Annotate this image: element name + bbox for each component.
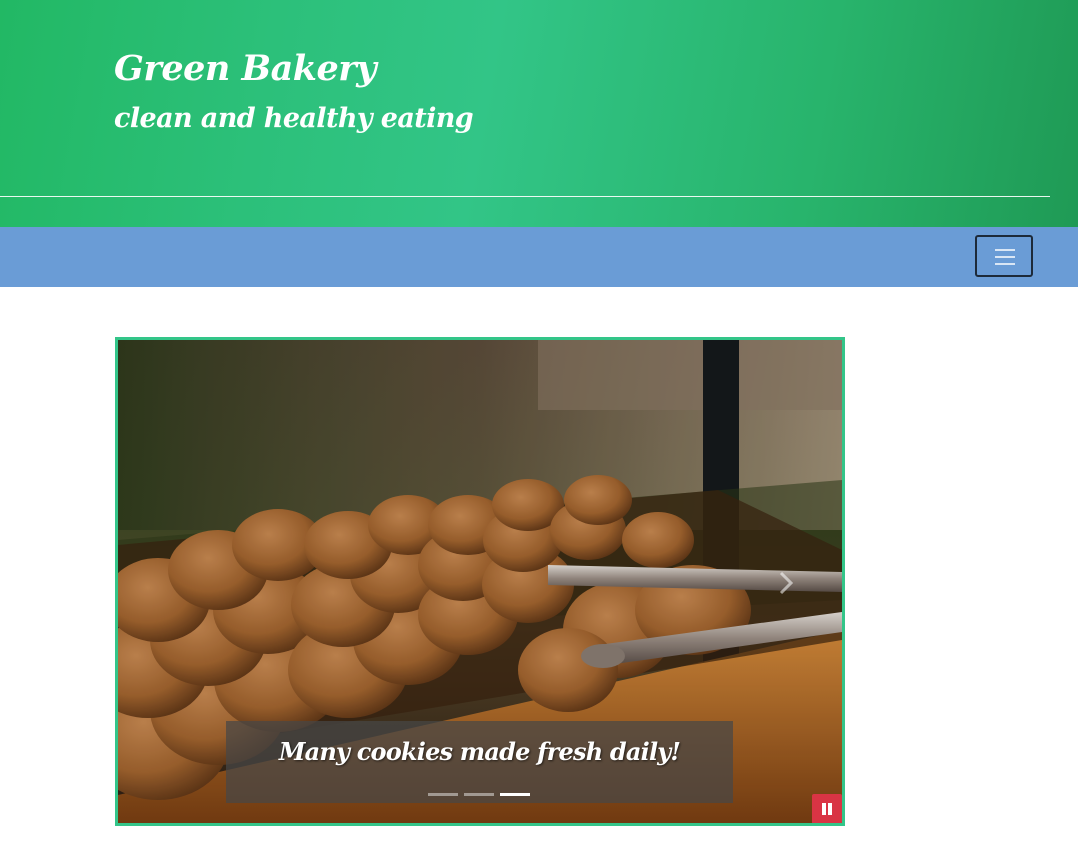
image-carousel[interactable]: Many cookies made fresh daily! [115,337,845,826]
carousel-indicators [428,793,530,797]
carousel-next-button[interactable] [776,568,796,598]
carousel-indicator-2[interactable] [464,793,494,796]
header-divider [0,196,1050,197]
navbar-toggle-button[interactable] [975,235,1033,277]
carousel-pause-button[interactable] [812,794,842,823]
carousel-caption: Many cookies made fresh daily! [226,721,733,803]
carousel-indicator-3[interactable] [500,793,530,796]
site-tagline: clean and healthy eating [114,103,474,134]
caption-text: Many cookies made fresh daily! [278,737,681,766]
chevron-right-icon [779,571,794,595]
carousel-indicator-1[interactable] [428,793,458,796]
navbar [0,227,1078,287]
site-title[interactable]: Green Bakery [114,44,377,94]
site-header: Green Bakery clean and healthy eating [0,0,1078,227]
